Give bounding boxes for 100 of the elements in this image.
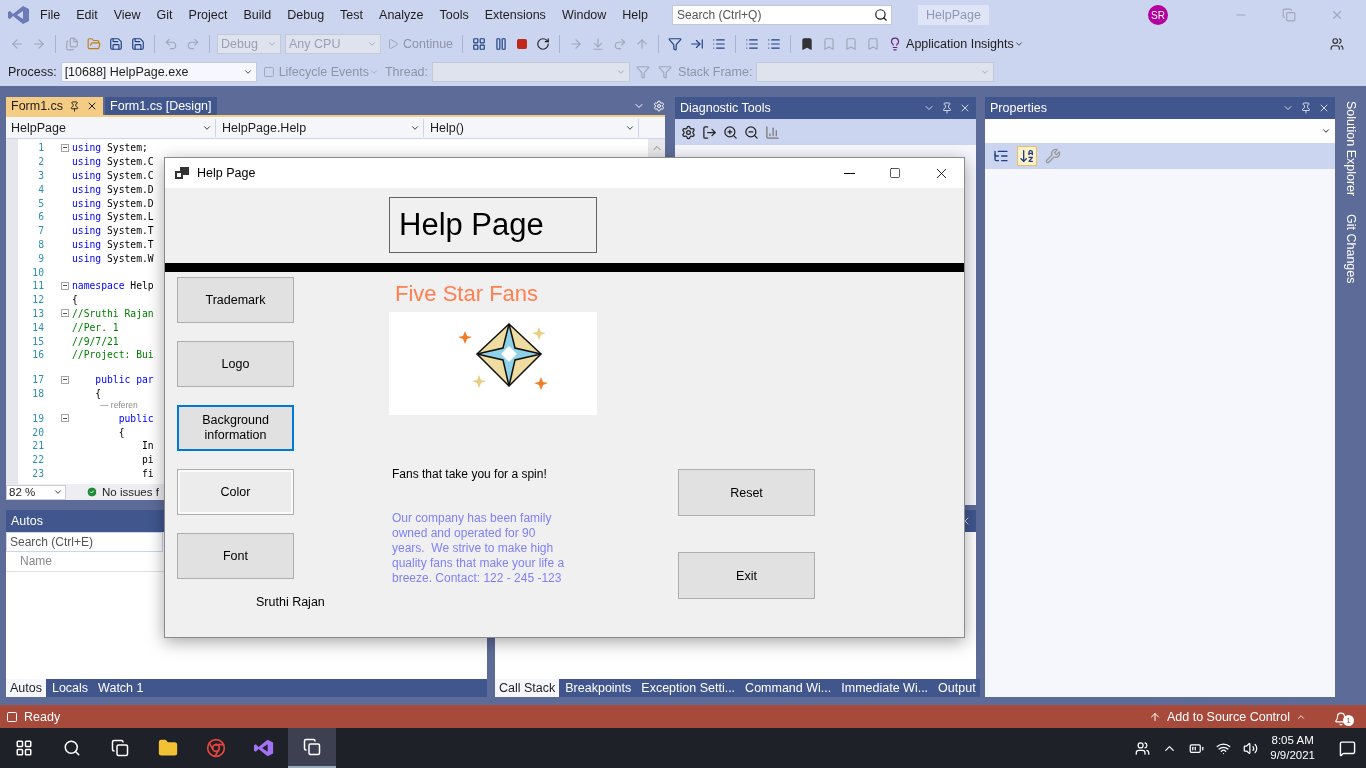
panel-title: Properties — [990, 101, 1047, 115]
pin-icon[interactable] — [1300, 102, 1312, 114]
menu-item[interactable]: Project — [182, 4, 234, 26]
fold-toggle[interactable] — [61, 309, 69, 318]
save-icon — [131, 37, 145, 51]
menu-item[interactable]: Debug — [281, 4, 331, 26]
menu-item[interactable]: Window — [555, 4, 613, 26]
fold-toggle[interactable] — [61, 281, 69, 290]
issues-indicator[interactable]: No issues f — [86, 486, 159, 498]
bar-chart-icon[interactable] — [765, 124, 780, 140]
line-number: 10 — [31, 266, 45, 278]
line-number: 18 — [31, 387, 45, 399]
caret-icon — [368, 67, 379, 77]
code-line: using System.C — [72, 156, 154, 168]
clock-time[interactable]: 8:05 AM — [1271, 733, 1314, 748]
redo-icon — [186, 37, 200, 51]
caret-icon — [267, 39, 277, 49]
zoom-dropdown[interactable]: 82 % — [6, 484, 66, 500]
menu-item[interactable]: Build — [237, 4, 278, 26]
menu-item[interactable]: File — [34, 4, 67, 26]
fold-toggle[interactable] — [61, 143, 69, 152]
panel-tab[interactable]: Autos — [6, 679, 46, 697]
windows-app-button[interactable] — [288, 728, 336, 768]
wifi-icon[interactable] — [1216, 740, 1232, 756]
code-line: fi — [141, 467, 154, 479]
brand-title: Five Star Fans — [394, 280, 540, 307]
undo-icon — [164, 37, 178, 51]
code-line: //Per. 1 — [72, 321, 119, 333]
line-number: 23 — [31, 467, 45, 479]
caret-icon — [980, 67, 991, 77]
clock-date[interactable]: 9/9/2021 — [1270, 748, 1315, 763]
menu-item[interactable]: Edit — [70, 4, 104, 26]
menu-item[interactable]: Analyze — [373, 4, 430, 26]
menu-item[interactable]: View — [107, 4, 147, 26]
app-logo-icon — [8, 5, 30, 25]
people-icon[interactable] — [1135, 740, 1151, 756]
menu-item[interactable]: Test — [334, 4, 370, 26]
check-icon — [86, 486, 98, 498]
document-tab[interactable]: Form1.cs — [6, 97, 104, 115]
categorized-list-icon — [993, 148, 1009, 164]
form-button[interactable]: Color — [177, 469, 294, 515]
menu-item[interactable]: Extensions — [478, 4, 552, 26]
curved-arrow-icon — [613, 37, 628, 51]
form-button[interactable]: Logo — [177, 341, 294, 387]
action-button[interactable]: Reset — [678, 469, 815, 516]
fold-toggle[interactable] — [61, 414, 69, 423]
menu-item[interactable]: Git — [150, 4, 179, 26]
solution-name: HelpPage — [918, 5, 989, 25]
stop-icon — [516, 38, 529, 50]
code-line: //Sruthi Rajan — [72, 307, 154, 319]
status-text: Ready — [6, 709, 61, 724]
navigation-dropdown[interactable]: HelpPage.Help — [219, 118, 424, 137]
settings-icon[interactable] — [681, 124, 696, 140]
notifications-icon[interactable] — [1339, 739, 1356, 757]
code-line: namespace Help — [72, 280, 154, 292]
navigation-dropdown[interactable]: Help() — [427, 118, 639, 137]
side-tab[interactable]: Solution Explorer — [1340, 99, 1361, 199]
column-header[interactable]: Name — [20, 554, 52, 568]
volume-icon[interactable] — [1243, 740, 1259, 756]
pin-icon[interactable] — [941, 102, 953, 114]
close-icon[interactable] — [1318, 102, 1330, 114]
code-line: using System.T — [72, 225, 154, 237]
square-icon — [6, 710, 18, 723]
form-button[interactable]: Background information — [177, 405, 294, 451]
window-title: Help Page — [197, 166, 256, 180]
save-button[interactable] — [107, 35, 125, 53]
caret-icon — [1321, 126, 1331, 136]
insights-button[interactable]: Application Insights — [886, 35, 1026, 53]
panel-tab[interactable]: Call Stack — [495, 679, 560, 697]
save-all-button[interactable] — [129, 35, 147, 53]
source-control-button[interactable]: Add to Source Control — [1149, 709, 1306, 724]
panel-title: Autos — [11, 514, 43, 528]
codelens-text[interactable]: — referen — [100, 400, 138, 411]
notifications-button[interactable]: 1 — [1334, 707, 1354, 726]
search-field[interactable]: Search (Ctrl+Q) — [672, 5, 893, 25]
toolbar-toggle[interactable] — [1043, 146, 1063, 166]
process-dropdown[interactable]: [10688] HelpPage.exe — [60, 62, 257, 82]
code-line: { — [72, 294, 78, 306]
folder-icon — [87, 37, 101, 51]
action-button[interactable]: Exit — [678, 552, 815, 599]
menu-item[interactable]: Tools — [433, 4, 475, 26]
save-icon — [109, 37, 123, 51]
side-tab[interactable]: Git Changes — [1340, 212, 1361, 286]
pause-icon — [494, 37, 509, 51]
navigation-dropdown[interactable]: HelpPage — [8, 118, 216, 137]
search-icon — [63, 739, 81, 757]
fold-toggle[interactable] — [61, 375, 69, 384]
feedback-button[interactable] — [1328, 35, 1346, 53]
zoom-out-icon[interactable] — [744, 124, 759, 140]
toolbar-toggle[interactable] — [1017, 146, 1037, 166]
document-tab[interactable]: Form1.cs [Design] — [105, 97, 217, 115]
zoom-in-icon[interactable] — [723, 124, 738, 140]
user-avatar[interactable]: SR — [1148, 5, 1168, 25]
search-field[interactable]: Search (Ctrl+E) — [6, 532, 163, 552]
form-button[interactable]: Font — [177, 533, 294, 579]
form-button[interactable]: Trademark — [177, 277, 294, 323]
export-icon[interactable] — [702, 124, 717, 140]
close-icon[interactable] — [959, 102, 971, 114]
line-number: 7 — [37, 225, 45, 237]
menu-item[interactable]: Help — [616, 4, 655, 26]
